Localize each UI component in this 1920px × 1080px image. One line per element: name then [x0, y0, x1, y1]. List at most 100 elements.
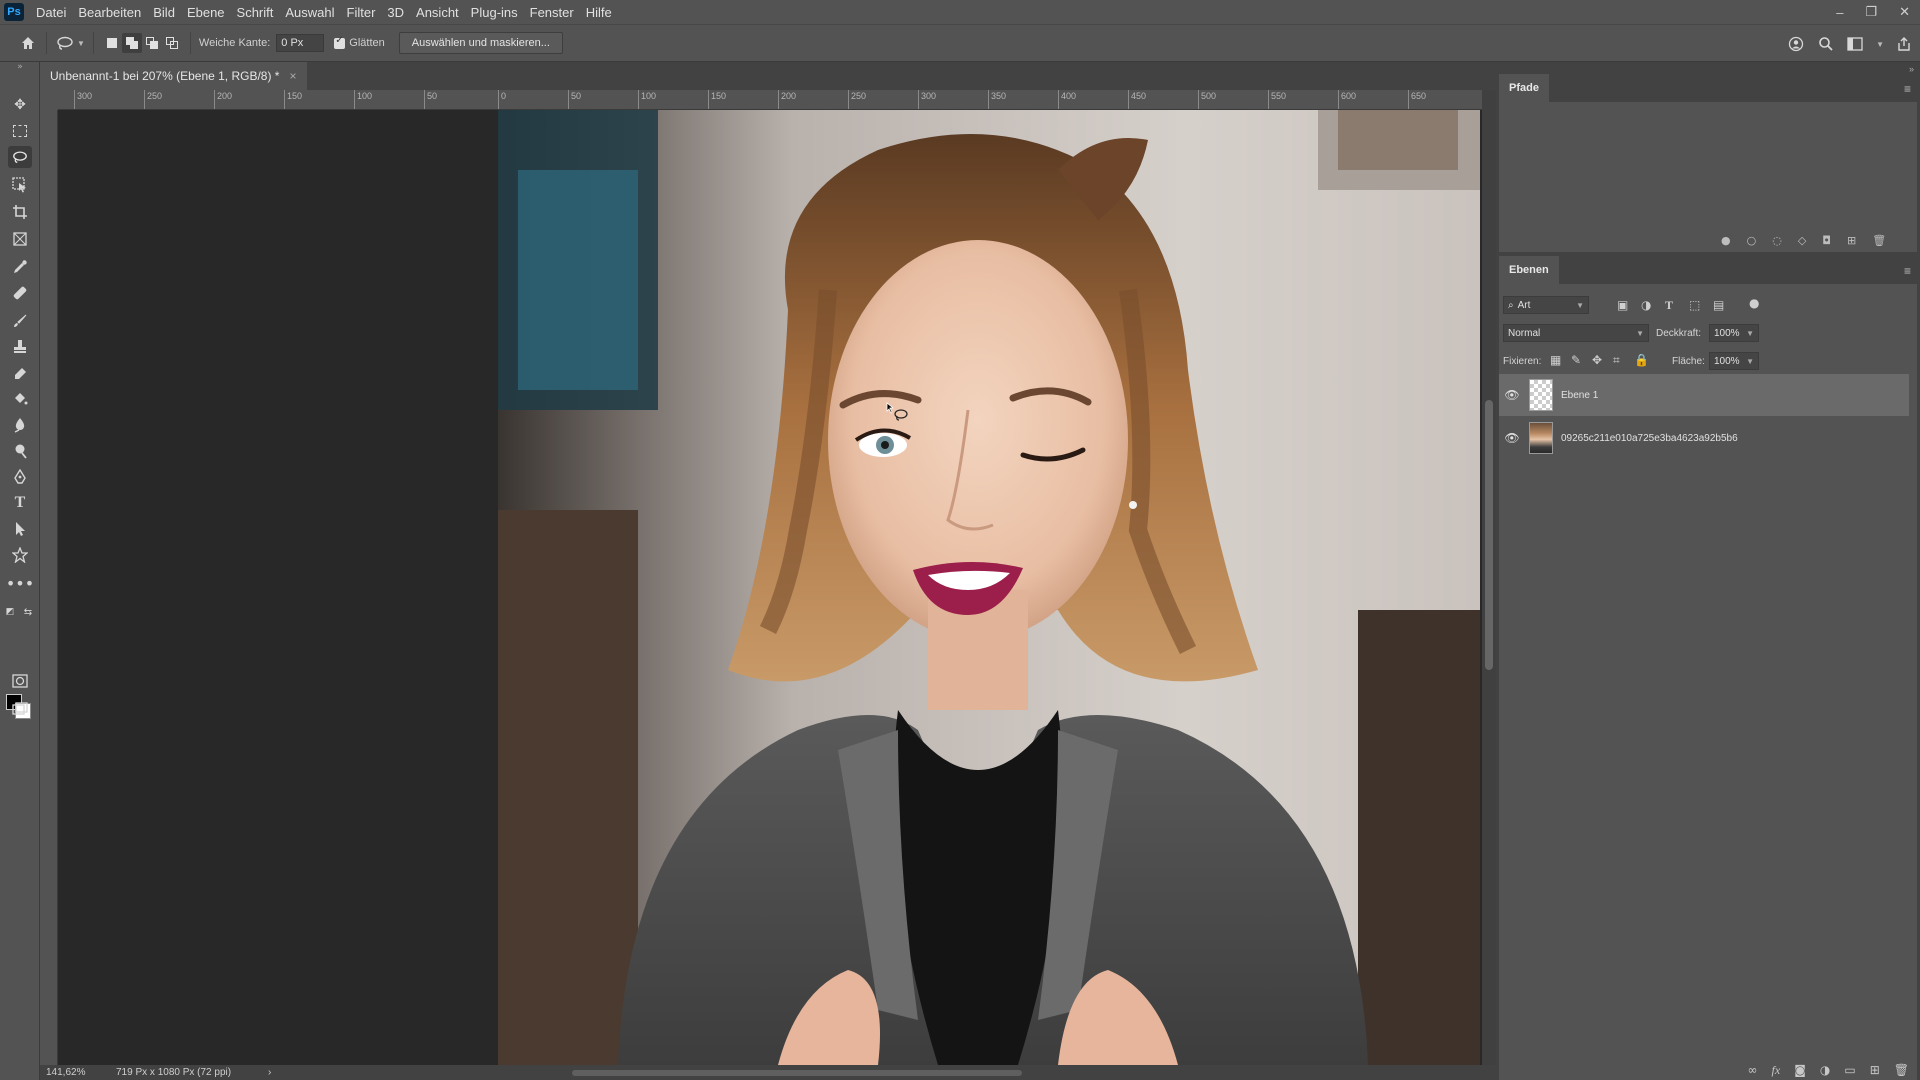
- history-brush-tool-icon[interactable]: [8, 362, 32, 384]
- chevron-down-icon[interactable]: ▼: [1876, 40, 1884, 49]
- document-image[interactable]: [498, 110, 1480, 1065]
- delete-path-icon[interactable]: 🗑: [1872, 234, 1886, 247]
- restore-button[interactable]: ❐: [1865, 4, 1877, 20]
- menu-filter[interactable]: Filter: [341, 5, 382, 20]
- object-selection-tool-icon[interactable]: [8, 174, 32, 196]
- lasso-tool-icon[interactable]: [8, 146, 32, 168]
- eyedropper-tool-icon[interactable]: [8, 256, 32, 278]
- tab-paths[interactable]: Pfade: [1499, 74, 1549, 102]
- document-tab[interactable]: Unbenannt-1 bei 207% (Ebene 1, RGB/8) * …: [40, 62, 307, 90]
- menu-auswahl[interactable]: Auswahl: [279, 5, 340, 20]
- delete-layer-icon[interactable]: 🗑: [1894, 1063, 1909, 1077]
- ruler-horizontal[interactable]: 300 250 200 150 100 50 0 50 100 150 200 …: [58, 90, 1482, 110]
- new-path-icon[interactable]: ⊞: [1847, 234, 1856, 247]
- more-tools-icon[interactable]: •••: [6, 572, 34, 594]
- menu-fenster[interactable]: Fenster: [524, 5, 580, 20]
- ruler-vertical[interactable]: [40, 110, 58, 1065]
- pen-tool-icon[interactable]: [8, 466, 32, 488]
- adjustment-layer-icon[interactable]: ◑: [1820, 1063, 1830, 1077]
- clone-stamp-tool-icon[interactable]: [8, 336, 32, 358]
- quick-mask-icon[interactable]: [8, 670, 32, 692]
- zoom-level[interactable]: 141,62%: [46, 1067, 106, 1078]
- collapse-panels-icon[interactable]: »: [1909, 64, 1914, 74]
- fill-path-icon[interactable]: ●: [1721, 234, 1731, 247]
- brush-tool-icon[interactable]: [8, 310, 32, 332]
- layer-name[interactable]: Ebene 1: [1561, 390, 1598, 401]
- layer-style-icon[interactable]: fx: [1772, 1063, 1781, 1078]
- menu-3d[interactable]: 3D: [381, 5, 410, 20]
- antialias-checkbox[interactable]: Glätten: [334, 35, 385, 49]
- menu-ebene[interactable]: Ebene: [181, 5, 231, 20]
- share-icon[interactable]: [1894, 34, 1914, 54]
- blend-mode-select[interactable]: Normal ▼: [1503, 324, 1649, 342]
- marquee-tool-icon[interactable]: [8, 120, 32, 142]
- panel-menu-icon[interactable]: ≡: [1904, 264, 1911, 278]
- layer-row[interactable]: 👁 Ebene 1: [1499, 374, 1909, 416]
- feather-input[interactable]: 0 Px: [276, 34, 325, 52]
- type-tool-icon[interactable]: T: [8, 492, 32, 514]
- status-menu-arrow[interactable]: ›: [268, 1067, 271, 1078]
- link-layers-icon[interactable]: ∞: [1748, 1063, 1758, 1077]
- visibility-eye-icon[interactable]: 👁: [1499, 431, 1525, 445]
- screen-mode-icon[interactable]: [8, 698, 32, 720]
- minimize-button[interactable]: –: [1836, 5, 1843, 20]
- menu-bearbeiten[interactable]: Bearbeiten: [72, 5, 147, 20]
- default-colors-icon[interactable]: ◩: [4, 606, 16, 618]
- panel-menu-icon[interactable]: ≡: [1904, 82, 1911, 96]
- fill-input[interactable]: 100% ▼: [1709, 352, 1759, 370]
- menu-ansicht[interactable]: Ansicht: [410, 5, 465, 20]
- lock-transparent-icon[interactable]: ▦: [1550, 353, 1561, 367]
- lasso-tool-preset-icon[interactable]: [55, 33, 75, 53]
- vertical-scrollbar[interactable]: [1482, 90, 1496, 1065]
- checkbox-checked-icon[interactable]: [334, 35, 346, 49]
- add-mask-icon[interactable]: ◙: [1794, 1063, 1806, 1077]
- home-icon[interactable]: [18, 33, 38, 53]
- workspace-icon[interactable]: [1846, 34, 1866, 54]
- stroke-path-icon[interactable]: ○: [1747, 234, 1757, 247]
- new-selection-icon[interactable]: [102, 33, 122, 53]
- filter-toggle-icon[interactable]: ●: [1749, 296, 1759, 310]
- swap-colors-icon[interactable]: ⇆: [22, 606, 34, 618]
- collapse-toolbar-icon[interactable]: »: [8, 62, 32, 72]
- make-work-path-icon[interactable]: ◇: [1798, 234, 1806, 247]
- path-selection-tool-icon[interactable]: [8, 518, 32, 540]
- layer-row[interactable]: 👁 09265c211e010a725e3ba4623a92b5b6: [1499, 417, 1909, 459]
- new-layer-icon[interactable]: ⊞: [1870, 1063, 1880, 1077]
- lock-position-icon[interactable]: ✥: [1592, 353, 1602, 367]
- menu-hilfe[interactable]: Hilfe: [580, 5, 618, 20]
- search-icon[interactable]: [1816, 34, 1836, 54]
- dodge-tool-icon[interactable]: [8, 440, 32, 462]
- custom-shape-tool-icon[interactable]: [8, 544, 32, 566]
- load-selection-icon[interactable]: ◌: [1772, 234, 1782, 247]
- filter-type-icon[interactable]: T: [1665, 298, 1673, 313]
- select-and-mask-button[interactable]: Auswählen und maskieren...: [398, 32, 563, 54]
- add-to-selection-icon[interactable]: [121, 33, 142, 53]
- lock-artboard-icon[interactable]: ⌗: [1613, 353, 1620, 368]
- crop-tool-icon[interactable]: [8, 201, 32, 223]
- lock-all-icon[interactable]: 🔒: [1634, 353, 1649, 367]
- frame-tool-icon[interactable]: [8, 228, 32, 250]
- layer-filter-kind[interactable]: ⌕ Art ▼: [1503, 296, 1589, 314]
- filter-shape-icon[interactable]: ⬚: [1689, 298, 1700, 312]
- chevron-down-icon[interactable]: ▼: [77, 39, 85, 48]
- filter-smart-object-icon[interactable]: ▤: [1713, 298, 1724, 312]
- subtract-from-selection-icon[interactable]: [142, 33, 162, 53]
- opacity-input[interactable]: 100% ▼: [1709, 324, 1759, 342]
- menu-datei[interactable]: Datei: [30, 5, 72, 20]
- scrollbar-thumb[interactable]: [1485, 400, 1493, 670]
- visibility-eye-icon[interactable]: 👁: [1499, 388, 1525, 402]
- close-button[interactable]: ✕: [1899, 4, 1910, 20]
- lock-image-icon[interactable]: ✎: [1571, 353, 1581, 367]
- menu-schrift[interactable]: Schrift: [231, 5, 280, 20]
- photoshop-logo[interactable]: Ps: [4, 3, 24, 21]
- add-mask-icon[interactable]: ◘: [1822, 234, 1831, 247]
- close-tab-icon[interactable]: ×: [289, 69, 296, 83]
- move-tool-icon[interactable]: ✥: [8, 94, 32, 116]
- intersect-selection-icon[interactable]: [162, 33, 182, 53]
- blur-tool-icon[interactable]: [8, 414, 32, 436]
- layer-name[interactable]: 09265c211e010a725e3ba4623a92b5b6: [1561, 433, 1738, 444]
- filter-adjustment-icon[interactable]: ◑: [1641, 298, 1651, 312]
- canvas-area[interactable]: [58, 110, 1482, 1065]
- new-group-icon[interactable]: ▭: [1844, 1063, 1855, 1077]
- share-user-icon[interactable]: [1786, 34, 1806, 54]
